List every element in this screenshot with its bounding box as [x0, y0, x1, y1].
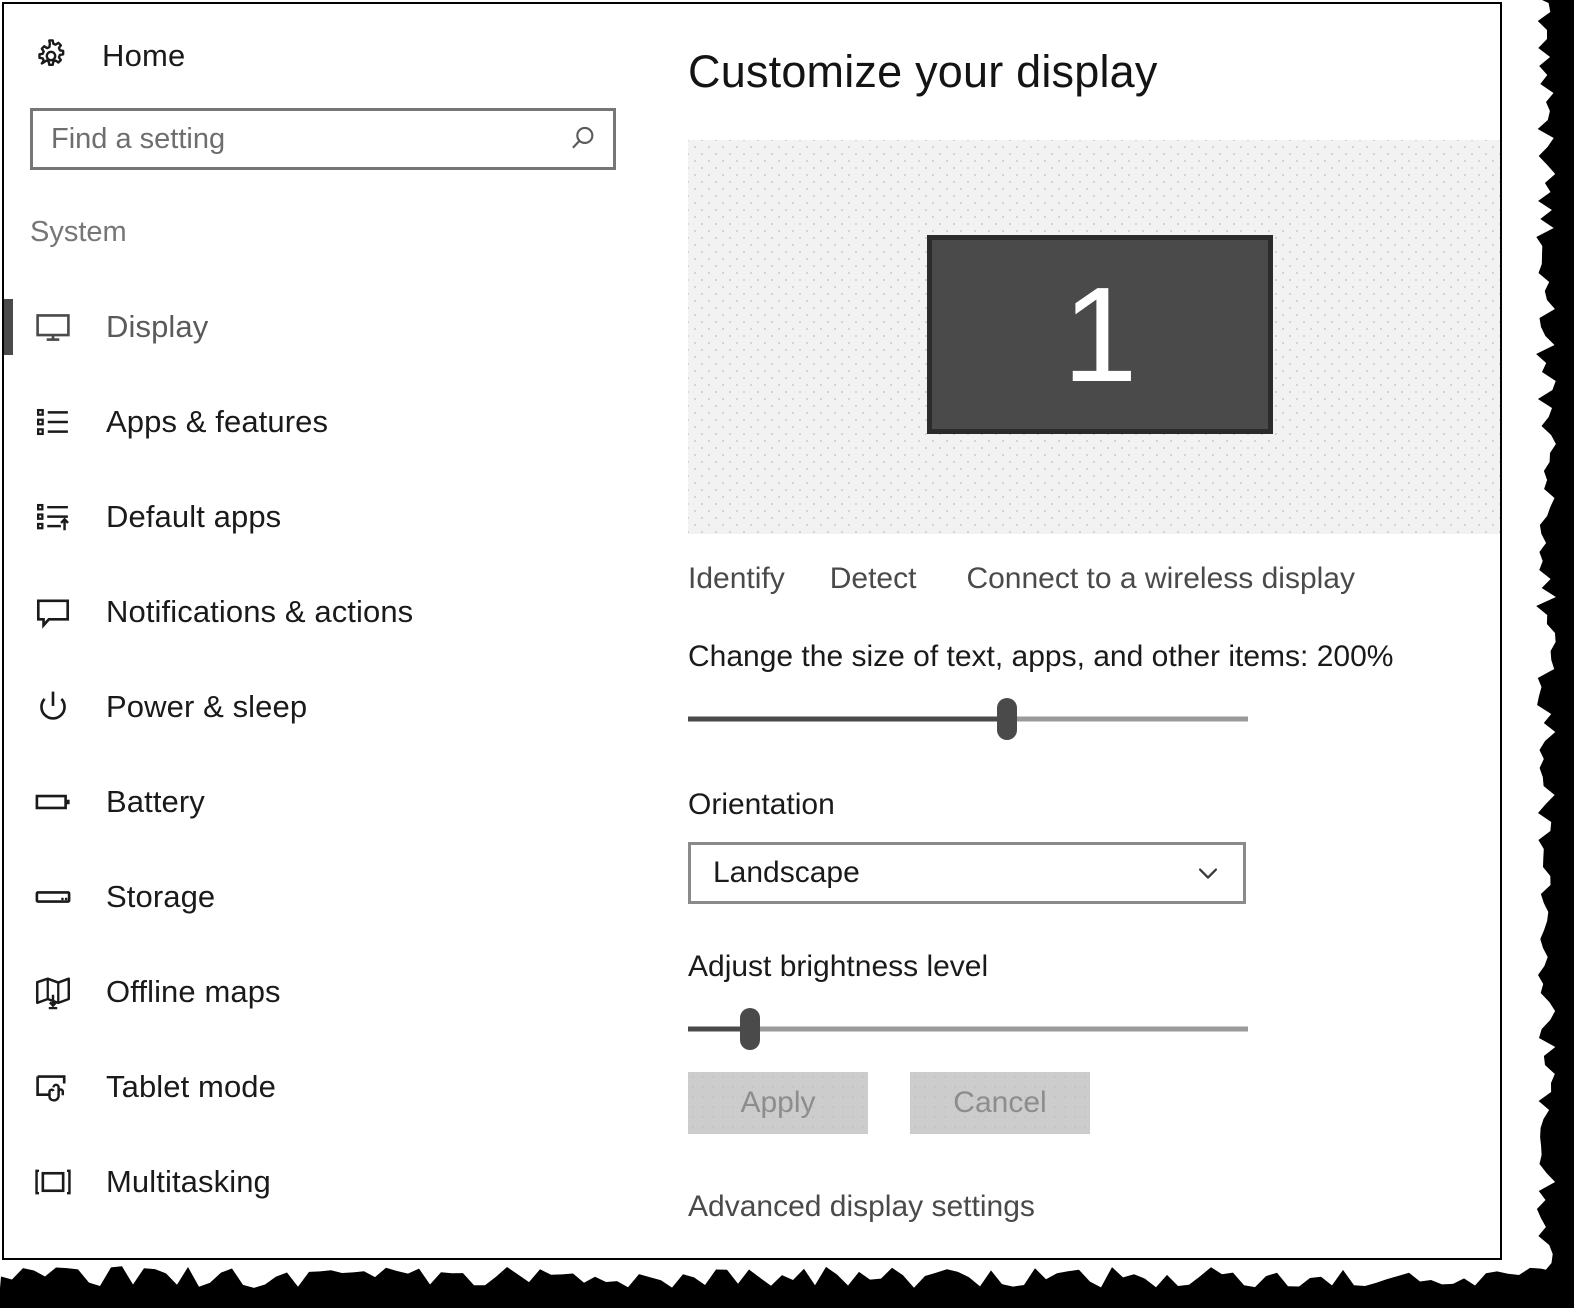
default-apps-icon [32, 496, 80, 538]
sidebar-item-label: Power & sleep [106, 688, 308, 724]
chevron-down-icon [1191, 856, 1225, 890]
sidebar-item-label: Battery [106, 783, 205, 819]
monitor-number-label: 1 [1062, 259, 1138, 410]
sidebar-item-battery[interactable]: Battery [4, 754, 662, 849]
sidebar-home-label: Home [102, 38, 186, 73]
storage-icon [32, 876, 80, 918]
notification-icon [32, 591, 80, 633]
orientation-dropdown[interactable]: Landscape [688, 842, 1246, 904]
brightness-slider[interactable] [688, 1008, 1248, 1050]
settings-window: Home System [2, 2, 1502, 1260]
battery-icon [32, 781, 80, 823]
sidebar-nav-list: Display Apps & features Default apps Not… [4, 279, 662, 1229]
connect-wireless-display-link[interactable]: Connect to a wireless display [966, 562, 1355, 596]
scale-slider[interactable] [688, 698, 1248, 740]
scale-label: Change the size of text, apps, and other… [688, 640, 1394, 673]
identify-link[interactable]: Identify [688, 562, 785, 596]
search-box[interactable] [30, 108, 616, 170]
sidebar: Home System [4, 4, 662, 1258]
screenshot-root: Home System [0, 0, 1574, 1308]
detect-link[interactable]: Detect [830, 562, 917, 596]
display-action-links: Identify Detect Connect to a wireless di… [688, 562, 1500, 596]
app-list-icon [32, 401, 80, 443]
brightness-slider-thumb[interactable] [739, 1008, 760, 1050]
brightness-label: Adjust brightness level [688, 950, 989, 983]
sidebar-item-multitasking[interactable]: Multitasking [4, 1134, 662, 1229]
sidebar-item-apps-features[interactable]: Apps & features [4, 374, 662, 469]
advanced-display-settings-link[interactable]: Advanced display settings [688, 1190, 1500, 1224]
monitor-icon [32, 306, 80, 348]
action-buttons: Apply Cancel [688, 1072, 1500, 1134]
sidebar-item-label: Multitasking [106, 1163, 271, 1199]
scale-slider-fill [688, 716, 1008, 722]
sidebar-item-label: Apps & features [106, 403, 329, 439]
orientation-label: Orientation [688, 788, 835, 821]
torn-edge-right [1536, 0, 1574, 1308]
sidebar-item-label: Storage [106, 878, 216, 914]
page-title: Customize your display [688, 46, 1158, 97]
sidebar-item-display[interactable]: Display [4, 279, 662, 374]
display-preview-area[interactable]: 1 [688, 140, 1500, 534]
search-input[interactable] [33, 110, 551, 168]
sidebar-item-offline-maps[interactable]: Offline maps [4, 944, 662, 1039]
selection-indicator [4, 298, 13, 355]
search-icon[interactable] [551, 122, 613, 156]
main-content: Customize your display 1 Identify Detect… [662, 4, 1500, 1258]
sidebar-item-home[interactable]: Home [4, 24, 662, 88]
map-icon [32, 971, 80, 1013]
gear-icon [32, 37, 76, 75]
monitor-thumbnail-1[interactable]: 1 [927, 235, 1273, 434]
sidebar-item-label: Notifications & actions [106, 593, 414, 629]
sidebar-group-label: System [30, 216, 127, 248]
tablet-icon [32, 1066, 80, 1108]
sidebar-item-label: Tablet mode [106, 1068, 276, 1104]
orientation-selected-value: Landscape [713, 856, 860, 889]
sidebar-item-power-sleep[interactable]: Power & sleep [4, 659, 662, 754]
cancel-button[interactable]: Cancel [910, 1072, 1090, 1134]
sidebar-item-tablet-mode[interactable]: Tablet mode [4, 1039, 662, 1134]
sidebar-item-default-apps[interactable]: Default apps [4, 469, 662, 564]
brightness-slider-track[interactable] [688, 1026, 1248, 1032]
multitasking-icon [32, 1161, 80, 1203]
sidebar-item-storage[interactable]: Storage [4, 849, 662, 944]
apply-button[interactable]: Apply [688, 1072, 868, 1134]
sidebar-item-label: Offline maps [106, 973, 281, 1009]
sidebar-item-label: Default apps [106, 498, 282, 534]
scale-slider-thumb[interactable] [997, 698, 1018, 740]
sidebar-item-notifications-actions[interactable]: Notifications & actions [4, 564, 662, 659]
sidebar-item-label: Display [106, 308, 209, 344]
power-icon [32, 686, 80, 728]
